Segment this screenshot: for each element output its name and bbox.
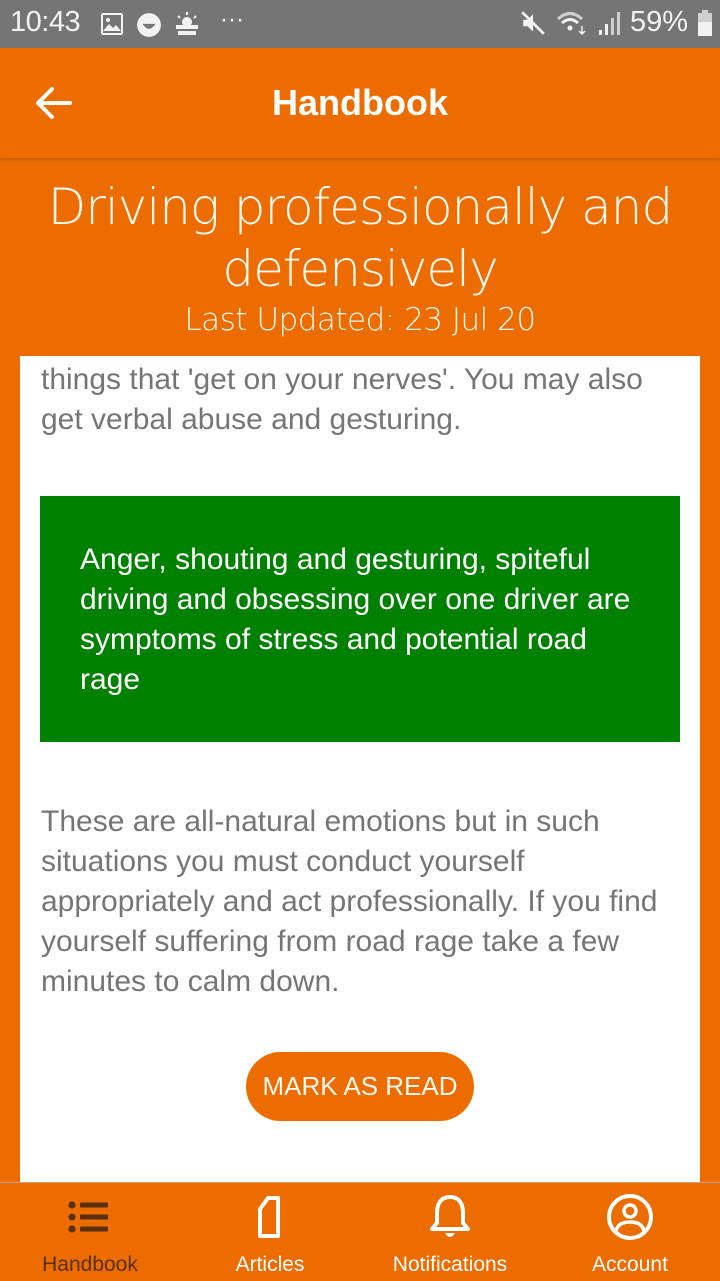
nav-item-handbook[interactable]: Handbook (0, 1183, 180, 1281)
weather-icon (176, 12, 198, 35)
nav-label: Account (592, 1253, 668, 1276)
app-bar: Handbook (0, 48, 720, 158)
article-header: Driving professionally and defensively L… (0, 160, 720, 338)
article-content[interactable]: things that 'get on your nerves'. You ma… (20, 356, 700, 1182)
article-paragraph: things that 'get on your nerves'. You ma… (41, 363, 643, 436)
mark-as-read-button[interactable]: MARK AS READ (246, 1052, 474, 1121)
status-bar: 10:43 ··· 59% (0, 0, 720, 48)
battery-percent: 59% (629, 6, 688, 38)
smiley-icon (137, 13, 161, 37)
app-bar-title: Handbook (272, 82, 448, 123)
nav-item-notifications[interactable]: Notifications (360, 1183, 540, 1281)
nav-label: Notifications (392, 1253, 508, 1276)
battery-icon (698, 9, 712, 36)
more-icon: ··· (220, 6, 244, 33)
signal-icon (598, 11, 620, 35)
callout-box: Anger, shouting and gesturing, spiteful … (40, 496, 680, 742)
account-circle-icon (607, 1194, 653, 1240)
bell-icon (430, 1195, 470, 1237)
last-updated: Last Updated: 23 Jul 20 (184, 302, 536, 338)
article-title: Driving professionally and defensively (47, 178, 673, 298)
bottom-navigation: Handbook Articles Notifications Account (0, 1182, 720, 1281)
nav-label: Articles (235, 1253, 305, 1276)
wifi-icon (556, 11, 586, 35)
callout-text: Anger, shouting and gesturing, spiteful … (80, 543, 631, 696)
article-paragraph: These are all-natural emotions but in su… (41, 805, 658, 998)
gallery-icon (101, 13, 123, 35)
nav-item-account[interactable]: Account (540, 1183, 720, 1281)
nav-label: Handbook (42, 1253, 138, 1276)
mute-icon (521, 10, 545, 35)
document-icon (258, 1196, 280, 1238)
nav-item-articles[interactable]: Articles (180, 1183, 360, 1281)
list-icon (68, 1201, 108, 1233)
status-time: 10:43 (10, 6, 81, 38)
